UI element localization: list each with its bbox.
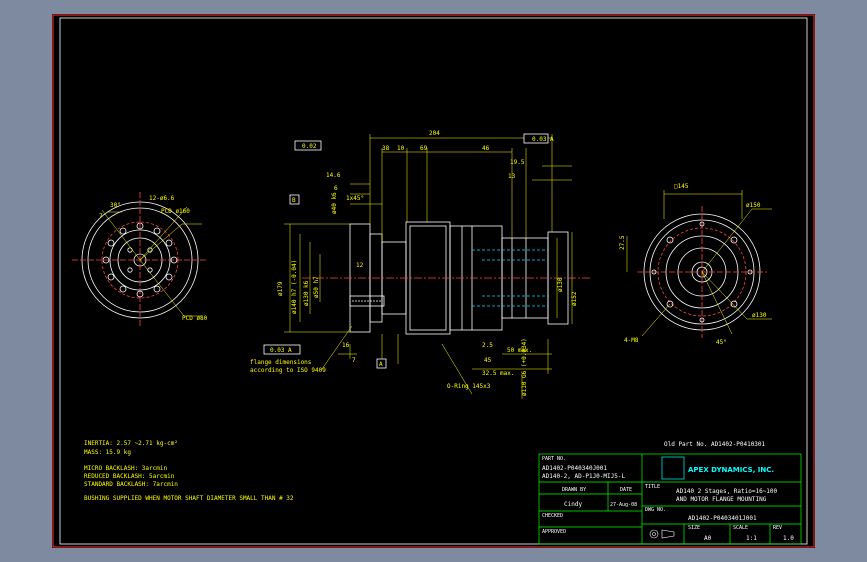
thread-label: 7	[99, 213, 103, 220]
tb-date-label: DATE	[620, 487, 632, 493]
pcd80-label: PCD ø80	[182, 315, 208, 322]
gdt-runout2: 0.03 A	[270, 347, 292, 354]
tb-checked-label: CHECKED	[542, 513, 563, 519]
tb-approved-label: APPROVED	[542, 529, 566, 535]
tb-dwg-label: DWG NO.	[645, 507, 666, 513]
dim-13: 13	[508, 173, 516, 180]
tb-dwg-no: AD1402-P0403401J001	[688, 515, 757, 522]
note-bushing: BUSHING SUPPLIED WHEN MOTOR SHAFT DIAMET…	[84, 495, 294, 502]
dia-140: ø140 h7 (-0.04)	[291, 260, 298, 314]
tb-company: APEX DYNAMICS, INC.	[688, 466, 774, 474]
dia-50: ø50 h7	[313, 276, 320, 298]
right-view	[626, 190, 772, 338]
tb-rev-label: REV	[773, 525, 782, 531]
dia-130: ø130	[557, 277, 564, 292]
dia-152: ø152	[571, 291, 578, 306]
dim-27-5: 27.5	[619, 235, 626, 250]
gdt-runout: 0.02	[302, 143, 317, 150]
dim-2-5: 2.5	[482, 342, 493, 349]
oring-label: O-Ring 145x3	[447, 383, 491, 390]
gdt-flatness: 0.03 A	[532, 136, 554, 143]
dia-110: ø110 G6 (+0.034)	[521, 338, 528, 396]
dim-69: 69	[420, 145, 428, 152]
tb-rev: 1.0	[783, 535, 794, 542]
tb-date: 27-Aug-08	[610, 502, 637, 508]
dim-6: 6	[334, 185, 338, 192]
dim-38: 38	[382, 145, 390, 152]
dim-10: 10	[397, 145, 405, 152]
dim-overall: 204	[429, 130, 440, 137]
note-standard: STANDARD BACKLASH: 7arcmin	[84, 481, 178, 488]
cad-viewport[interactable]: 30° 12-ø6.6 PCD ø160 PCD ø80 7 204 0.03 …	[0, 0, 867, 562]
tb-scale-label: SCALE	[733, 525, 748, 531]
dia-179: ø179	[277, 281, 284, 296]
tb-drawn-by: Cindy	[564, 501, 582, 508]
dim-14-6: 14.6	[326, 172, 341, 179]
dim-19-5: 19.5	[510, 159, 525, 166]
tb-part-no-2: AD140-2, AD-P1J0-MIJ5-L	[542, 473, 625, 480]
note-micro: MICRO BACKLASH: 3arcmin	[84, 465, 167, 472]
note-mass: MASS: 15.9 kg	[84, 449, 131, 456]
pcd160-label: PCD ø160	[161, 208, 190, 215]
flange-note-1: flange dimensions	[250, 359, 312, 366]
note-reduced: REDUCED BACKLASH: 5arcmin	[84, 473, 175, 480]
angle-45: 45°	[716, 339, 727, 346]
tb-size-label: SIZE	[688, 525, 700, 531]
dim-32-5max: 32.5 max.	[482, 370, 515, 377]
dim-16: 16	[342, 342, 350, 349]
side-view	[263, 133, 592, 399]
datum-a: A	[379, 361, 383, 368]
holes-label: 12-ø6.6	[149, 195, 175, 202]
note-inertia: INERTIA: 2.57 ~2.71 kg-cm²	[84, 440, 178, 447]
tb-scale: 1:1	[746, 535, 757, 542]
threads-4m8: 4-M8	[624, 337, 639, 344]
dim-50max: 50 max.	[507, 347, 532, 354]
tb-part-no-1: AD1402-P040340J001	[542, 465, 607, 472]
angle-label-30: 30°	[110, 202, 121, 209]
tb-title-2: AND MOTOR FLANGE MOUNTING	[676, 496, 767, 503]
datum-b: B	[292, 197, 296, 204]
dia-150-right: ø150	[746, 202, 761, 209]
dim-12: 12	[356, 262, 364, 269]
dim-7: 7	[352, 357, 356, 364]
dim-46: 46	[482, 145, 490, 152]
tb-title-1: AD140 2 Stages, Ratio=16~100	[676, 488, 778, 495]
tb-size: A0	[704, 535, 712, 542]
old-part-no: Old Part No. AD1402-P0410301	[664, 441, 766, 448]
drawing-svg: 30° 12-ø6.6 PCD ø160 PCD ø80 7 204 0.03 …	[52, 14, 815, 548]
drawing-sheet[interactable]: 30° 12-ø6.6 PCD ø160 PCD ø80 7 204 0.03 …	[52, 14, 815, 548]
flange-note-2: according to ISO 9409	[250, 367, 326, 374]
dim-45: 45	[484, 357, 492, 364]
tb-part-no-label: PART NO.	[542, 456, 566, 462]
tb-title-label: TITLE	[645, 484, 660, 490]
dia-40: ø40 k6	[331, 192, 338, 214]
dim-chamfer: 1x45°	[346, 195, 364, 202]
sq-145: □145	[674, 183, 689, 190]
dia-130k6: ø130 k6	[303, 280, 310, 306]
tb-drawn-label: DRAWN BY	[562, 487, 586, 493]
projection-symbol-icon	[649, 529, 675, 539]
dia-130-right: ø130	[752, 312, 767, 319]
